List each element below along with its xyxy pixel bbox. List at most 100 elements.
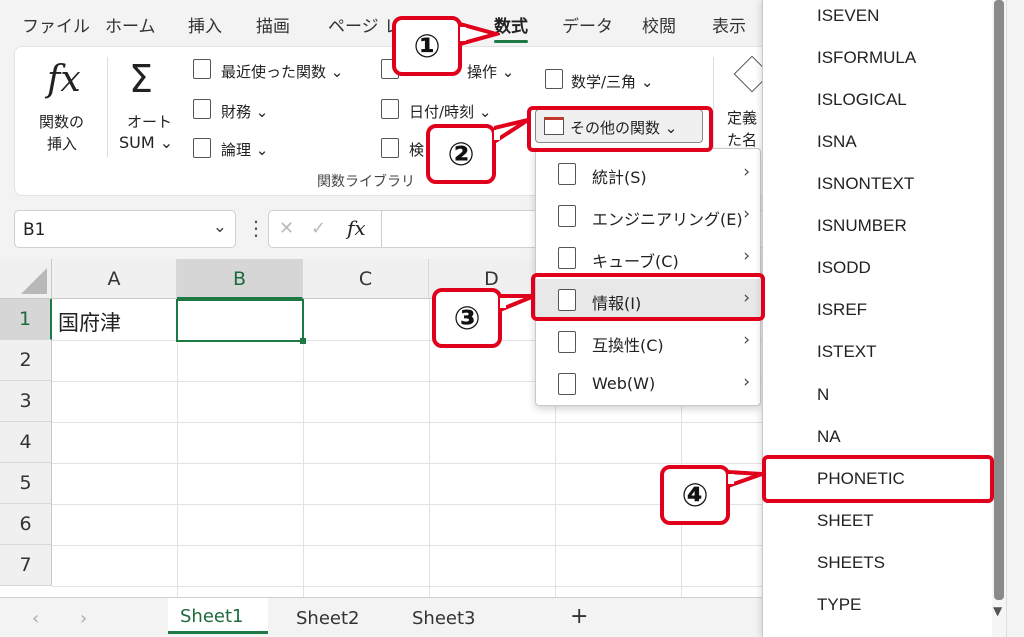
column-header-c[interactable]: C [303,259,429,299]
menu-item-label: 互換性(C) [592,336,664,355]
tab-home[interactable]: ホーム [105,12,156,37]
autosum-button[interactable]: Σ オート SUM ⌄ [115,57,181,157]
function-item-isnontext[interactable]: ISNONTEXT [817,174,914,194]
function-library-group-label: 関数ライブラリ [317,174,415,190]
callout-tail-2 [494,118,530,145]
function-item-isnumber[interactable]: ISNUMBER [817,216,907,236]
function-item-isodd[interactable]: ISODD [817,258,871,278]
finance-button[interactable]: 財務 ⌄ [221,101,268,122]
function-item-n[interactable]: N [817,385,829,405]
tab-review[interactable]: 校閲 [642,12,676,37]
datetime-button[interactable]: 日付/時刻 ⌄ [409,101,491,122]
callout-step-4: ④ [660,465,730,525]
tab-insert[interactable]: 挿入 [188,12,222,37]
lookup-search-button[interactable]: 検 [409,139,424,160]
sheet-tab-sheet2[interactable]: Sheet2 [296,608,360,629]
tab-view[interactable]: 表示 [712,12,746,37]
row-header-3[interactable]: 3 [0,381,52,422]
menu-item-engineering[interactable]: エンジニアリング(E) › [536,195,762,237]
function-item-na[interactable]: NA [817,427,841,447]
name-box-value: B1 [23,220,46,240]
highlight-more-functions [527,106,713,152]
function-item-isformula[interactable]: ISFORMULA [817,48,916,68]
name-box[interactable]: B1 ⌄ [14,210,236,248]
math-trig-button[interactable]: 数学/三角 ⌄ [571,71,653,92]
row-header-4[interactable]: 4 [0,422,52,463]
define-name-label-1[interactable]: 定義 [727,107,757,128]
tab-draw[interactable]: 描画 [256,12,290,37]
logical-button[interactable]: 論理 ⌄ [221,139,268,160]
sheet-tab-bar: ‹ › Sheet1 Sheet2 Sheet3 + [0,597,770,637]
insert-function-label-1: 関数の [39,113,85,131]
compatibility-icon [558,331,576,353]
window-right-edge [1006,0,1024,637]
web-icon [558,373,576,395]
lookup-icon [381,138,399,158]
function-item-iseven[interactable]: ISEVEN [817,6,879,26]
function-item-sheets[interactable]: SHEETS [817,553,885,573]
function-item-islogical[interactable]: ISLOGICAL [817,90,907,110]
information-functions-list: ISEVEN ISFORMULA ISLOGICAL ISNA ISNONTEX… [762,0,992,637]
gridline [52,586,770,587]
gridline [429,299,430,597]
tab-data[interactable]: データ [562,12,613,37]
cell-a1[interactable]: 国府津 [58,307,121,337]
insert-function-fx-icon[interactable]: fx [347,216,366,240]
tab-file[interactable]: ファイル [22,12,90,37]
add-sheet-icon[interactable]: + [570,604,588,629]
scroll-down-icon[interactable]: ▼ [993,604,1002,618]
chevron-right-icon: › [743,372,750,392]
row-header-6[interactable]: 6 [0,504,52,545]
chevron-down-icon[interactable]: ⌄ [213,217,227,237]
define-name-label-2[interactable]: た名 [727,129,757,150]
callout-step-1: ① [392,16,462,76]
function-item-sheet[interactable]: SHEET [817,511,874,531]
function-item-isref[interactable]: ISREF [817,300,867,320]
autosum-label-1: オート [127,113,173,131]
engineering-icon [558,205,576,227]
prev-sheet-icon[interactable]: ‹ [32,608,39,629]
column-header-a[interactable]: A [52,259,177,299]
callout-step-2: ② [426,124,496,184]
fx-icon: fx [47,59,81,100]
gridline [52,463,770,464]
selected-cell-b1[interactable] [176,299,306,344]
recent-functions-button[interactable]: 最近使った関数 ⌄ [221,61,343,82]
row-header-1[interactable]: 1 [0,299,52,340]
row-header-5[interactable]: 5 [0,463,52,504]
cancel-icon[interactable]: ✕ [279,218,294,239]
more-options-icon[interactable]: ⋮ [246,216,266,240]
callout-step-3: ③ [432,288,502,348]
function-item-istext[interactable]: ISTEXT [817,342,877,362]
menu-item-label: キューブ(C) [592,252,679,271]
menu-item-label: 統計(S) [592,168,647,187]
scrollbar-thumb[interactable] [994,0,1004,600]
formula-divider [381,211,382,247]
gridline [52,422,770,423]
lookup-button[interactable]: 操作 ⌄ [467,61,514,82]
function-item-isna[interactable]: ISNA [817,132,857,152]
row-header-7[interactable]: 7 [0,545,52,586]
tab-page-layout[interactable]: ページ レ [328,12,401,37]
autosum-label-2: SUM ⌄ [119,133,174,152]
insert-function-button[interactable]: fx 関数の 挿入 [33,57,95,157]
menu-item-web[interactable]: Web(W) › [536,363,762,405]
row-header-2[interactable]: 2 [0,340,52,381]
select-all-corner[interactable] [0,259,52,299]
finance-icon [193,99,211,119]
chevron-right-icon: › [743,204,750,224]
menu-item-compatibility[interactable]: 互換性(C) › [536,321,762,363]
highlight-information [531,273,765,321]
next-sheet-icon[interactable]: › [80,608,87,629]
menu-item-statistics[interactable]: 統計(S) › [536,153,762,195]
callout-tail-1 [460,21,500,47]
sheet-tab-sheet1[interactable]: Sheet1 [168,598,268,634]
fill-handle[interactable] [300,338,306,344]
sigma-icon: Σ [129,57,154,101]
sheet-tab-sheet3[interactable]: Sheet3 [412,608,476,629]
logical-icon [193,138,211,158]
chevron-right-icon: › [743,246,750,266]
enter-icon[interactable]: ✓ [311,218,326,239]
function-item-type[interactable]: TYPE [817,595,861,615]
column-header-b[interactable]: B [177,259,303,299]
